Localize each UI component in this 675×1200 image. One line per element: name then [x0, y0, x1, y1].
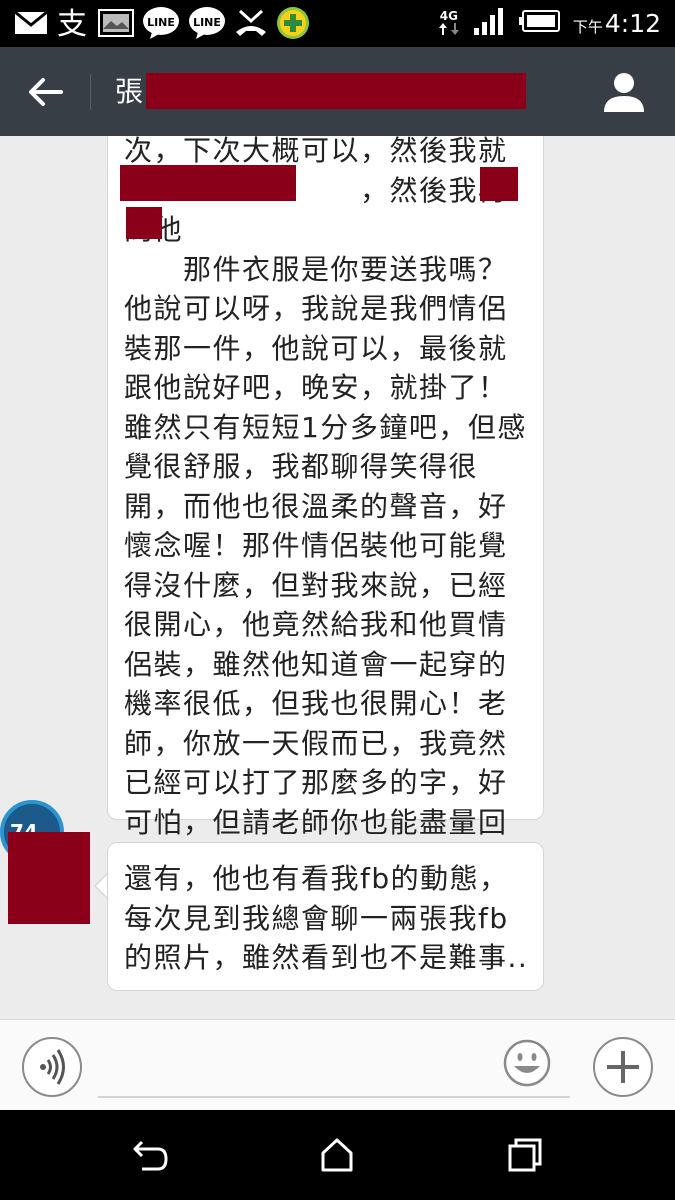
nav-back-icon	[133, 1140, 168, 1171]
message-text: 還有，他也有看我fb的動態，每次見到我總會聊一兩張我fb的照片，雖然看到也不是難…	[124, 862, 529, 974]
message-bubble[interactable]: 次，下次大概可以，然後我就 ，然後我再問他 那件衣服是你要送我嗎？他說可以呀，我…	[107, 136, 544, 916]
nav-recents-icon	[508, 1138, 542, 1172]
message-bubble[interactable]: 還有，他也有看我fb的動態，每次見到我總會聊一兩張我fb的照片，雖然看到也不是難…	[107, 842, 544, 991]
person-icon	[604, 73, 644, 112]
message-text: 次，下次大概可以，然後我就 ，然後我再問他 那件衣服是你要送我嗎？他說可以呀，我…	[124, 136, 527, 878]
status-indicators: 4G 下午 4:12	[437, 6, 661, 40]
network-type-label: 4G	[439, 9, 458, 23]
voice-icon	[40, 1049, 65, 1085]
svg-text:LINE: LINE	[147, 16, 175, 29]
line-icon: LINE	[188, 6, 226, 40]
svg-text:LINE: LINE	[193, 16, 221, 29]
redacted-avatar	[8, 832, 90, 924]
message-list[interactable]: 次，下次大概可以，然後我就 ，然後我再問他 那件衣服是你要送我嗎？他說可以呀，我…	[0, 136, 675, 1019]
mail-icon	[14, 6, 48, 40]
more-button[interactable]	[593, 1037, 653, 1097]
clock-time: 4:12	[604, 8, 661, 38]
chat-header: 張	[0, 47, 675, 136]
nav-recents-button[interactable]	[502, 1132, 548, 1178]
network-indicator: 4G	[437, 10, 461, 36]
clock: 下午 4:12	[573, 9, 661, 38]
data-arrows-icon	[438, 23, 459, 35]
back-button[interactable]	[22, 71, 68, 113]
header-divider	[90, 74, 91, 110]
chat-title: 張	[115, 75, 144, 108]
nav-back-button[interactable]	[128, 1132, 174, 1178]
redacted-name	[146, 73, 526, 109]
missed-call-icon	[234, 6, 268, 40]
profile-button[interactable]	[601, 69, 647, 115]
battery-icon	[518, 9, 561, 37]
smiley-icon	[503, 1039, 551, 1087]
message-input[interactable]	[98, 1030, 570, 1098]
signal-icon	[473, 6, 507, 40]
plus-app-icon	[276, 6, 310, 40]
notification-icons: 支 LINE LINE	[14, 6, 310, 40]
arrow-left-icon	[29, 78, 63, 106]
redacted-text	[480, 167, 518, 201]
redacted-text	[126, 207, 162, 239]
nav-home-button[interactable]	[314, 1132, 360, 1178]
nav-home-icon	[321, 1138, 353, 1172]
emoji-button[interactable]	[502, 1038, 552, 1088]
system-nav-bar	[0, 1110, 675, 1200]
alipay-icon: 支	[56, 6, 90, 40]
status-bar: 支 LINE LINE 4G 下午 4:12	[0, 0, 675, 47]
redacted-text	[120, 165, 296, 201]
clock-period: 下午	[572, 17, 603, 36]
plus-icon	[607, 1051, 639, 1083]
svg-text:支: 支	[57, 7, 87, 39]
composer	[0, 1019, 675, 1110]
line-icon: LINE	[142, 6, 180, 40]
voice-button[interactable]	[22, 1037, 82, 1097]
gallery-icon	[98, 6, 134, 40]
